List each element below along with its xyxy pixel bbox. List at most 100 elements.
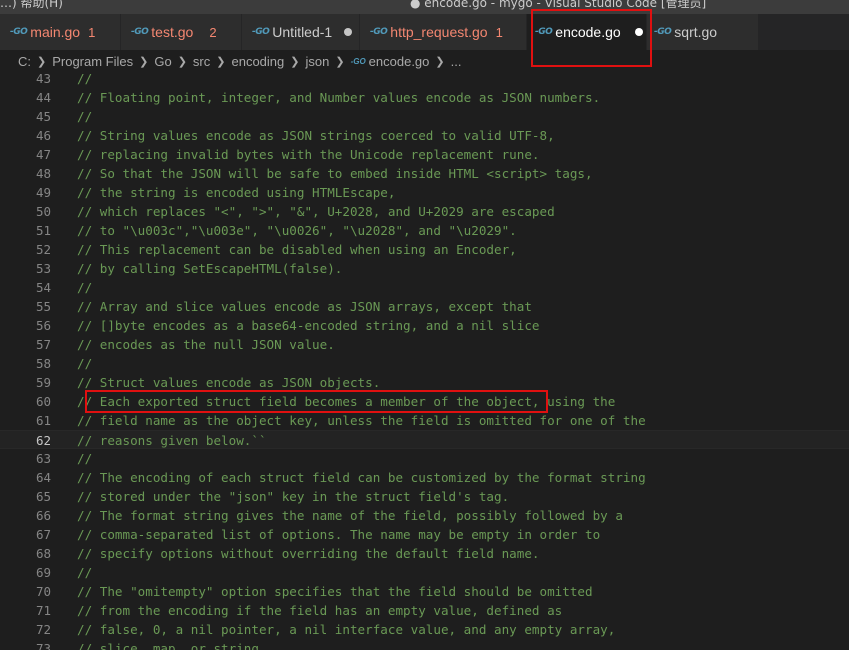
code-text[interactable]: // []byte encodes as a base64-encoded st… xyxy=(77,316,540,335)
go-file-icon: -GO xyxy=(350,56,366,66)
code-text[interactable]: // specify options without overriding th… xyxy=(77,544,540,563)
code-text[interactable]: // xyxy=(77,69,92,88)
tab-http-request-go[interactable]: -GO http_request.go 1 xyxy=(360,14,527,50)
code-editor[interactable]: 43 // 44 // Floating point, integer, and Nu… xyxy=(0,69,849,650)
line-number: 66 xyxy=(35,508,51,523)
code-text[interactable]: // xyxy=(77,354,92,373)
code-text[interactable]: // xyxy=(77,278,92,297)
code-text[interactable]: // xyxy=(77,107,92,126)
line-number: 63 xyxy=(35,451,51,466)
code-line[interactable]: 53 // by calling SetEscapeHTML(false). xyxy=(0,259,849,278)
code-line[interactable]: 49 // the string is encoded using HTMLEsc… xyxy=(0,183,849,202)
window-title: ● encode.go - mygo - Visual Studio Code … xyxy=(410,0,707,10)
code-text[interactable]: // Array and slice values encode as JSON… xyxy=(77,297,532,316)
go-file-icon: -GO xyxy=(252,27,270,37)
code-line[interactable]: 68 // specify options without overriding … xyxy=(0,544,849,563)
code-line[interactable]: 64 // The encoding of each struct field c… xyxy=(0,468,849,487)
code-line[interactable]: 54 // xyxy=(0,278,849,297)
go-file-icon: -GO xyxy=(131,27,149,37)
code-line[interactable]: 48 // So that the JSON will be safe to em… xyxy=(0,164,849,183)
code-text[interactable]: // reasons given below.`` xyxy=(77,431,267,450)
tab-main-go[interactable]: -GO main.go 1 xyxy=(0,14,121,50)
code-text[interactable]: // stored under the "json" key in the st… xyxy=(77,487,509,506)
code-line[interactable]: 55 // Array and slice values encode as JS… xyxy=(0,297,849,316)
code-line[interactable]: 69 // xyxy=(0,563,849,582)
line-number: 48 xyxy=(35,166,51,181)
code-line[interactable]: 57 // encodes as the null JSON value. xyxy=(0,335,849,354)
line-number: 69 xyxy=(35,565,51,580)
code-text[interactable]: // false, 0, a nil pointer, a nil interf… xyxy=(77,620,615,639)
code-text[interactable]: // field name as the object key, unless … xyxy=(77,411,646,430)
code-text[interactable]: // the string is encoded using HTMLEscap… xyxy=(77,183,395,202)
code-line[interactable]: 62 // reasons given below.`` xyxy=(0,430,849,449)
code-line[interactable]: 50 // which replaces "<", ">", "&", U+202… xyxy=(0,202,849,221)
code-text[interactable]: // encodes as the null JSON value. xyxy=(77,335,335,354)
code-line[interactable]: 66 // The format string gives the name of… xyxy=(0,506,849,525)
line-number: 62 xyxy=(35,433,51,448)
code-text[interactable]: // This replacement can be disabled when… xyxy=(77,240,517,259)
code-line[interactable]: 43 // xyxy=(0,69,849,88)
code-text[interactable]: // to "\u003c","\u003e", "\u0026", "\u20… xyxy=(77,221,517,240)
breadcrumb-item[interactable]: json xyxy=(305,54,329,69)
code-line[interactable]: 70 // The "omitempty" option specifies th… xyxy=(0,582,849,601)
line-number: 60 xyxy=(35,394,51,409)
breadcrumb-item[interactable]: encoding xyxy=(231,54,284,69)
breadcrumb-item[interactable]: Go xyxy=(154,54,171,69)
code-text[interactable]: // comma-separated list of options. The … xyxy=(77,525,600,544)
code-line[interactable]: 65 // stored under the "json" key in the … xyxy=(0,487,849,506)
tab-label: main.go xyxy=(30,24,81,40)
code-text[interactable]: // The "omitempty" option specifies that… xyxy=(77,582,593,601)
code-line[interactable]: 47 // replacing invalid bytes with the Un… xyxy=(0,145,849,164)
go-file-icon: -GO xyxy=(370,27,388,37)
tab-sqrt-go[interactable]: -GO sqrt.go xyxy=(647,14,759,50)
editor-tabs: -GO main.go 1 -GO test.go 2 -GO Untitled… xyxy=(0,14,849,50)
code-text[interactable]: // by calling SetEscapeHTML(false). xyxy=(77,259,342,278)
code-line[interactable]: 52 // This replacement can be disabled wh… xyxy=(0,240,849,259)
code-line[interactable]: 67 // comma-separated list of options. Th… xyxy=(0,525,849,544)
line-number: 45 xyxy=(35,109,51,124)
breadcrumb-item[interactable]: ... xyxy=(451,54,462,69)
tab-label: http_request.go xyxy=(390,24,488,40)
code-text[interactable]: // So that the JSON will be safe to embe… xyxy=(77,164,593,183)
breadcrumb-item[interactable]: C: xyxy=(18,54,31,69)
code-line[interactable]: 44 // Floating point, integer, and Number… xyxy=(0,88,849,107)
line-number: 46 xyxy=(35,128,51,143)
tab-untitled-1[interactable]: -GO Untitled-1 xyxy=(242,14,360,50)
code-text[interactable]: // replacing invalid bytes with the Unic… xyxy=(77,145,540,164)
code-text[interactable]: // xyxy=(77,449,92,468)
line-number: 52 xyxy=(35,242,51,257)
code-line[interactable]: 58 // xyxy=(0,354,849,373)
unsaved-dot-icon[interactable] xyxy=(344,28,353,36)
code-line[interactable]: 56 // []byte encodes as a base64-encoded … xyxy=(0,316,849,335)
line-number: 65 xyxy=(35,489,51,504)
code-text[interactable]: // from the encoding if the field has an… xyxy=(77,601,562,620)
tab-label: test.go xyxy=(151,24,194,40)
code-text[interactable]: // which replaces "<", ">", "&", U+2028,… xyxy=(77,202,555,221)
title-bar: …) 帮助(H) ● encode.go - mygo - Visual Stu… xyxy=(0,0,849,14)
breadcrumb-item[interactable]: Program Files xyxy=(52,54,133,69)
code-text[interactable]: // The format string gives the name of t… xyxy=(77,506,623,525)
code-text[interactable]: // slice, map, or string. xyxy=(77,639,267,650)
line-number: 44 xyxy=(35,90,51,105)
breadcrumb-item[interactable]: src xyxy=(193,54,210,69)
code-line[interactable]: 63 // xyxy=(0,449,849,468)
menu-fragment[interactable]: …) 帮助(H) xyxy=(0,0,63,9)
code-text[interactable]: // String values encode as JSON strings … xyxy=(77,126,555,145)
code-text[interactable]: // The encoding of each struct field can… xyxy=(77,468,646,487)
code-line[interactable]: 72 // false, 0, a nil pointer, a nil inte… xyxy=(0,620,849,639)
tab-test-go[interactable]: -GO test.go 2 xyxy=(121,14,242,50)
code-line[interactable]: 46 // String values encode as JSON string… xyxy=(0,126,849,145)
code-line[interactable]: 73 // slice, map, or string. xyxy=(0,639,849,650)
code-text[interactable]: // xyxy=(77,563,92,582)
breadcrumb-item[interactable]: encode.go xyxy=(369,54,430,69)
line-number: 59 xyxy=(35,375,51,390)
line-number: 56 xyxy=(35,318,51,333)
code-text[interactable]: // Floating point, integer, and Number v… xyxy=(77,88,600,107)
line-number: 43 xyxy=(35,71,51,86)
line-number: 64 xyxy=(35,470,51,485)
code-line[interactable]: 61 // field name as the object key, unles… xyxy=(0,411,849,430)
code-line[interactable]: 45 // xyxy=(0,107,849,126)
code-line[interactable]: 51 // to "\u003c","\u003e", "\u0026", "\u… xyxy=(0,221,849,240)
line-number: 70 xyxy=(35,584,51,599)
code-line[interactable]: 71 // from the encoding if the field has … xyxy=(0,601,849,620)
